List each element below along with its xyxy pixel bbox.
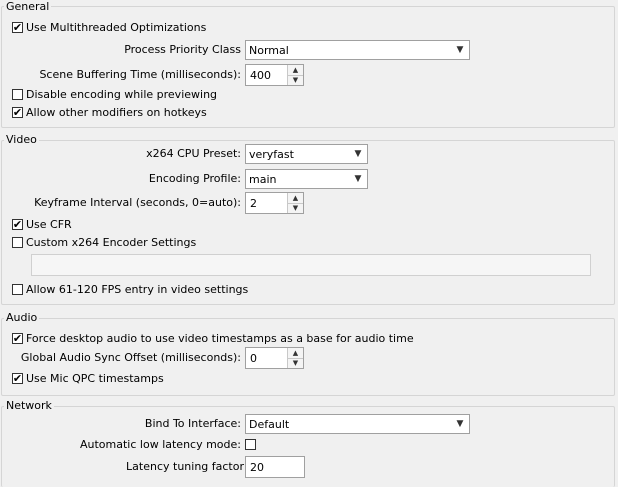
bind-dropdown[interactable]: Default ▼ — [245, 414, 470, 434]
profile-dropdown[interactable]: main ▼ — [245, 169, 368, 189]
force-desktop-label: Force desktop audio to use video timesta… — [26, 332, 414, 345]
profile-label: Encoding Profile: — [148, 172, 241, 185]
latency-factor-input[interactable]: 20 — [245, 456, 305, 478]
checkbox-empty-icon — [12, 237, 23, 248]
profile-value: main — [249, 172, 277, 186]
keyframe-spinbox[interactable]: 2 ▲ ▼ — [245, 192, 304, 214]
force-desktop-checkbox[interactable]: ✔ Force desktop audio to use video times… — [12, 332, 414, 345]
buffering-label: Scene Buffering Time (milliseconds): — [39, 68, 241, 81]
check-icon: ✔ — [12, 332, 23, 345]
priority-label: Process Priority Class — [124, 43, 241, 56]
checkbox-empty-icon — [245, 439, 256, 450]
use-cfr-checkbox[interactable]: ✔ Use CFR — [12, 218, 72, 231]
disable-preview-label: Disable encoding while previewing — [26, 88, 218, 101]
buffering-value: 400 — [250, 68, 271, 82]
buffering-spinbox[interactable]: 400 ▲ ▼ — [245, 64, 304, 86]
use-cfr-label: Use CFR — [26, 218, 72, 231]
cpu-preset-value: veryfast — [249, 147, 294, 161]
sync-offset-spinbox[interactable]: 0 ▲ ▼ — [245, 347, 304, 369]
keyframe-label: Keyframe Interval (seconds, 0=auto): — [34, 196, 241, 209]
disable-preview-checkbox[interactable]: Disable encoding while previewing — [12, 88, 217, 101]
mic-qpc-label: Use Mic QPC timestamps — [26, 372, 164, 385]
general-title: General — [4, 0, 52, 13]
latency-factor-label: Latency tuning factor — [126, 460, 244, 473]
priority-value: Normal — [249, 43, 289, 57]
check-icon: ✔ — [12, 218, 23, 231]
spin-up-icon[interactable]: ▲ — [288, 348, 303, 358]
cpu-preset-dropdown[interactable]: veryfast ▼ — [245, 144, 368, 164]
network-title: Network — [4, 399, 54, 412]
allow-fps-label: Allow 61-120 FPS entry in video settings — [26, 283, 249, 296]
spin-down-icon[interactable]: ▼ — [288, 357, 303, 368]
audio-title: Audio — [4, 311, 40, 324]
chevron-down-icon: ▼ — [354, 149, 362, 159]
spin-up-icon[interactable]: ▲ — [288, 193, 303, 203]
sync-offset-label: Global Audio Sync Offset (milliseconds): — [20, 351, 241, 364]
sync-offset-value: 0 — [250, 351, 257, 365]
mic-qpc-checkbox[interactable]: ✔ Use Mic QPC timestamps — [12, 372, 164, 385]
bind-value: Default — [249, 417, 290, 431]
spin-down-icon[interactable]: ▼ — [288, 202, 303, 213]
check-icon: ✔ — [12, 372, 23, 385]
video-title: Video — [4, 133, 39, 146]
chevron-down-icon: ▼ — [456, 45, 464, 55]
allow-fps-checkbox[interactable]: Allow 61-120 FPS entry in video settings — [12, 283, 248, 296]
custom-x264-input — [31, 254, 591, 276]
multithreaded-label: Use Multithreaded Optimizations — [26, 21, 207, 34]
keyframe-value: 2 — [250, 196, 257, 210]
custom-x264-label: Custom x264 Encoder Settings — [26, 236, 197, 249]
multithreaded-checkbox[interactable]: ✔ Use Multithreaded Optimizations — [12, 21, 206, 34]
chevron-down-icon: ▼ — [456, 419, 464, 429]
chevron-down-icon: ▼ — [354, 174, 362, 184]
video-group — [1, 140, 615, 305]
spin-up-icon[interactable]: ▲ — [288, 65, 303, 75]
cpu-preset-label: x264 CPU Preset: — [146, 147, 241, 160]
low-latency-checkbox[interactable] — [245, 439, 259, 450]
check-icon: ✔ — [12, 106, 23, 119]
checkbox-empty-icon — [12, 89, 23, 100]
bind-label: Bind To Interface: — [144, 417, 241, 430]
allow-modifiers-checkbox[interactable]: ✔ Allow other modifiers on hotkeys — [12, 106, 207, 119]
checkbox-empty-icon — [12, 284, 23, 295]
low-latency-label: Automatic low latency mode: — [80, 438, 241, 451]
custom-x264-checkbox[interactable]: Custom x264 Encoder Settings — [12, 236, 196, 249]
spin-down-icon[interactable]: ▼ — [288, 74, 303, 85]
priority-dropdown[interactable]: Normal ▼ — [245, 40, 470, 60]
allow-modifiers-label: Allow other modifiers on hotkeys — [26, 106, 207, 119]
check-icon: ✔ — [12, 21, 23, 34]
